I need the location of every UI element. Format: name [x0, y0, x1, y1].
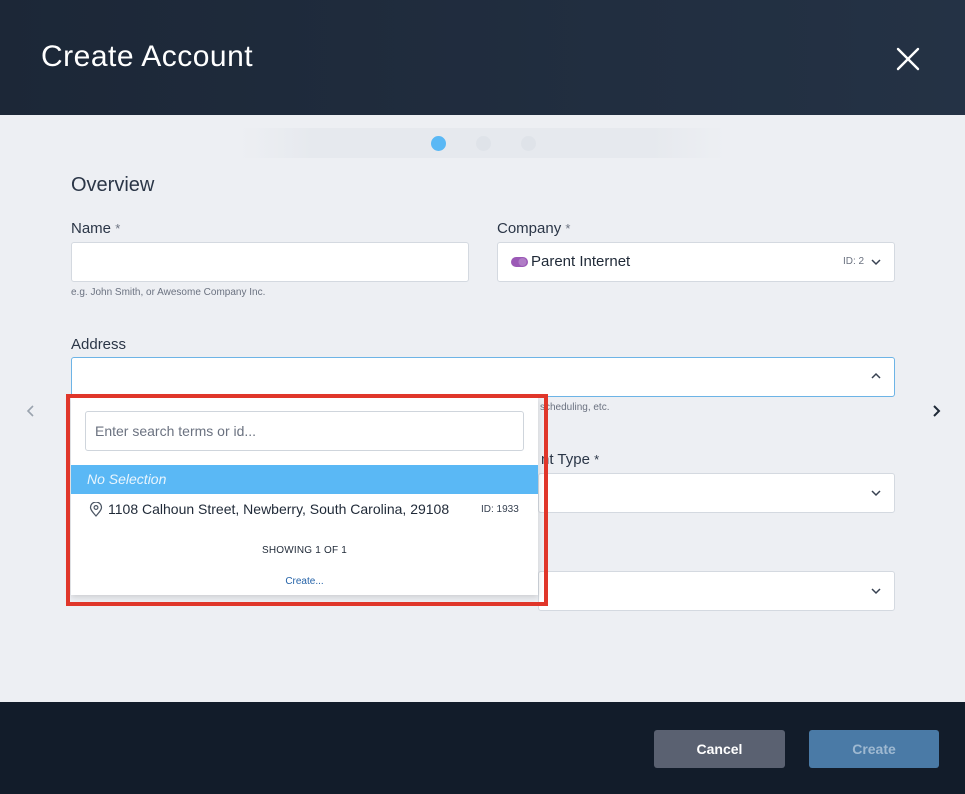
account-type-label: nt Type * — [541, 451, 599, 468]
chevron-down-icon — [871, 490, 881, 497]
modal-title: Create Account — [41, 40, 254, 73]
required-mark: * — [565, 221, 571, 236]
required-mark: * — [594, 452, 600, 467]
chevron-down-icon — [871, 259, 881, 266]
address-hint: scheduling, etc. — [540, 402, 610, 413]
location-pin-icon — [89, 502, 103, 517]
required-mark: * — [115, 221, 121, 236]
address-select[interactable] — [71, 357, 895, 397]
close-icon[interactable] — [893, 44, 923, 74]
account-type-select[interactable] — [538, 473, 895, 513]
company-label: Company * — [497, 220, 570, 237]
chevron-right-icon[interactable] — [929, 403, 943, 419]
no-selection-option[interactable]: No Selection — [71, 465, 538, 494]
dropdown-search-input[interactable] — [85, 411, 524, 451]
section-title: Overview — [71, 174, 155, 196]
address-option-label[interactable]: 1108 Calhoun Street, Newberry, South Car… — [108, 501, 449, 517]
address-option-id: ID: 1933 — [481, 504, 519, 515]
chevron-left-icon[interactable] — [24, 403, 38, 419]
step-dot-3[interactable] — [521, 136, 536, 151]
create-button[interactable]: Create — [809, 730, 939, 768]
additional-select[interactable] — [538, 571, 895, 611]
chevron-down-icon — [871, 588, 881, 595]
create-address-link[interactable]: Create... — [71, 576, 538, 587]
step-dot-2[interactable] — [476, 136, 491, 151]
company-label-text: Company — [497, 220, 562, 237]
company-value: Parent Internet — [531, 253, 631, 270]
name-hint: e.g. John Smith, or Awesome Company Inc. — [71, 287, 266, 298]
cancel-button[interactable]: Cancel — [654, 730, 785, 768]
company-icon — [511, 257, 528, 267]
name-label-text: Name — [71, 220, 112, 237]
modal-header: Create Account — [0, 0, 965, 115]
results-count: SHOWING 1 OF 1 — [261, 545, 348, 556]
chevron-up-icon[interactable] — [870, 370, 882, 382]
name-label: Name * — [71, 220, 120, 237]
company-id: ID: 2 — [843, 256, 865, 267]
address-label: Address — [71, 336, 127, 353]
account-type-label-text: nt Type — [541, 451, 590, 468]
name-input[interactable] — [71, 242, 469, 282]
step-dot-1[interactable] — [431, 136, 446, 151]
